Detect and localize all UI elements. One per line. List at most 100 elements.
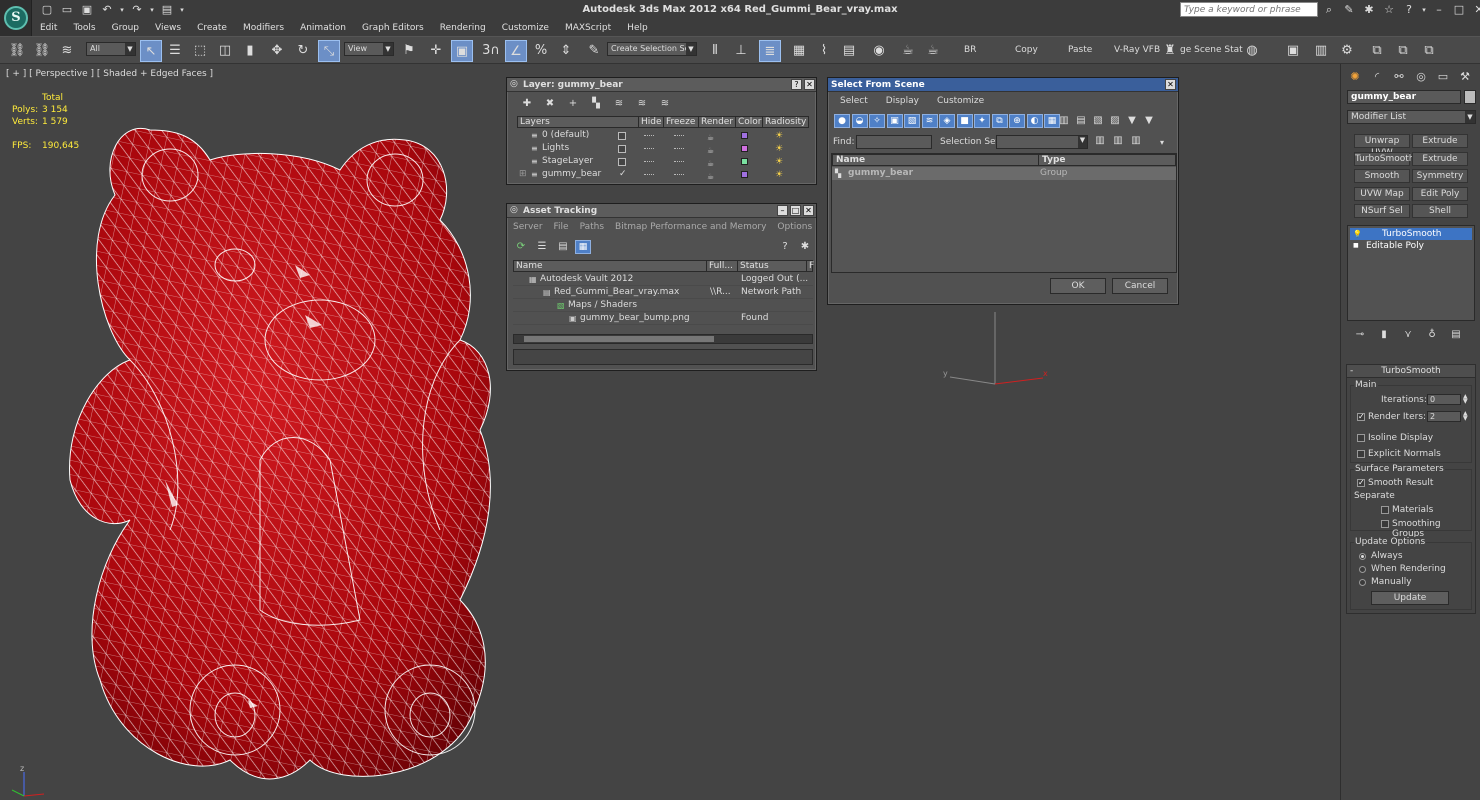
radiosity-column-header[interactable]: Radiosity [762,117,806,127]
current-layer-checkbox[interactable] [618,132,626,140]
modifier-button-smooth[interactable]: Smooth [1354,169,1410,183]
motion-tab-icon[interactable]: ◎ [1411,68,1431,86]
hide-toggle[interactable] [644,174,654,175]
paste-button[interactable]: Paste [1068,45,1092,55]
materials-checkbox[interactable] [1381,506,1389,514]
layer-row[interactable]: ≡ StageLayer ☕ ☀ [517,155,809,168]
layer-row[interactable]: ≡ Lights ☕ ☀ [517,142,809,155]
scene-object-row[interactable]: ▚ gummy_bear Group [832,167,1176,180]
layer-dialog-help-button[interactable]: ? [791,79,802,90]
layer-manager-icon[interactable]: ≣ [759,40,781,62]
highlight-selected-icon[interactable]: ≋ [611,97,627,111]
filter-sort-list-icon[interactable]: ▼ [1124,114,1140,128]
add-to-layer-icon[interactable]: + [565,97,581,111]
select-dialog-titlebar[interactable]: Select From Scene ✕ [828,78,1178,92]
asset-extra-column-header[interactable]: F [806,261,814,271]
asset-dialog-close-button[interactable]: ✕ [803,205,814,216]
modify-tab-icon[interactable]: ◜ [1367,68,1387,86]
expand-layer-icon[interactable]: ⊞ [519,168,527,181]
display-tab-icon[interactable]: ▭ [1433,68,1453,86]
extra-tool-4-icon[interactable]: ⧉ [1366,40,1388,62]
hide-column-header[interactable]: Hide [638,117,662,127]
menu-help[interactable]: Help [627,23,648,33]
asset-name-column-header[interactable]: Name [514,261,704,271]
select-dialog-close-button[interactable]: ✕ [1165,79,1176,90]
new-file-icon[interactable]: ▢ [38,2,56,18]
filter-options-icon[interactable]: ▼ [1141,114,1157,128]
hide-unhide-all-icon[interactable]: ≋ [634,97,650,111]
modifier-button-shell[interactable]: Shell [1412,204,1468,218]
open-file-icon[interactable]: ▭ [58,2,76,18]
curve-editor-icon[interactable]: ⌇ [813,40,835,62]
filter-geometry-icon[interactable]: ● [834,114,850,128]
filter-space-warps-icon[interactable]: ≋ [921,114,938,128]
filter-frozen-icon[interactable]: ⊕ [1009,114,1025,128]
menu-create[interactable]: Create [197,23,227,33]
extra-tool-2-icon[interactable]: ▥ [1310,40,1332,62]
cancel-button[interactable]: Cancel [1112,278,1168,294]
redo-icon[interactable]: ↷ [128,2,146,18]
layer-row[interactable]: ⊞ ≡ gummy_bear ✓ ☕ ☀ [517,168,809,181]
gummy-bear-mesh[interactable] [60,100,500,790]
angle-snap-icon[interactable]: ∠ [505,40,527,62]
iterations-spinner[interactable]: 0 [1427,394,1461,405]
table-view-icon[interactable]: ▦ [575,240,591,254]
filter-groups-icon[interactable]: ◈ [939,114,955,128]
selset-more-icon[interactable]: ▾ [1154,136,1170,150]
render-iters-spinner-arrows[interactable]: ▲ ▼ [1463,411,1469,422]
maximize-icon[interactable]: □ [1450,2,1468,18]
hide-toggle[interactable] [644,135,654,136]
modifier-button-symmetry[interactable]: Symmetry [1412,169,1468,183]
bind-space-warp-icon[interactable]: ≋ [56,40,78,62]
make-unique-icon[interactable]: ⋎ [1399,327,1417,343]
communication-icon[interactable]: ✱ [1360,2,1378,18]
layer-color-swatch[interactable] [741,158,748,165]
undo-icon[interactable]: ↶ [98,2,116,18]
asset-menu-paths[interactable]: Paths [580,222,604,234]
refresh-icon[interactable]: ⟳ [513,240,529,254]
filter-shapes-icon[interactable]: ◒ [851,114,868,128]
current-layer-checkbox[interactable] [618,158,626,166]
br-label[interactable]: BR [964,45,976,55]
modifier-button-nsurf-sel[interactable]: NSurf Sel [1354,204,1410,218]
reference-coordinate-dropdown[interactable]: View ▼ [344,42,394,56]
selset-add-icon[interactable]: ▥ [1110,134,1126,148]
schematic-view-icon[interactable]: ▤ [838,40,860,62]
asset-dialog-titlebar[interactable]: ◎ Asset Tracking – □ ✕ [507,204,816,218]
current-layer-checkmark[interactable]: ✓ [619,168,627,181]
base-object-icon[interactable]: ■ [1353,240,1359,252]
isoline-display-checkbox[interactable] [1357,434,1365,442]
explicit-normals-checkbox[interactable] [1357,450,1365,458]
iterations-spinner-arrows[interactable]: ▲ ▼ [1463,394,1469,405]
help-icon[interactable]: ? [1400,2,1418,18]
filter-display-none-icon[interactable]: ▧ [1090,114,1106,128]
layers-column-header[interactable]: Layers [518,117,618,127]
manually-radio[interactable] [1359,579,1366,586]
menu-group[interactable]: Group [112,23,139,33]
select-menu-customize[interactable]: Customize [937,96,984,108]
mirror-icon[interactable]: ⫴ [704,40,726,62]
align-icon[interactable]: ⊥ [730,40,752,62]
show-end-result-icon[interactable]: ▮ [1375,327,1393,343]
asset-menu-bitmap[interactable]: Bitmap Performance and Memory [615,222,766,234]
modifier-button-edit-poly[interactable]: Edit Poly [1412,186,1468,201]
menu-rendering[interactable]: Rendering [440,23,486,33]
pivot-center-icon[interactable]: ⚑ [398,40,420,62]
asset-menu-server[interactable]: Server [513,222,543,234]
asset-help-icon[interactable]: ? [777,240,793,254]
menu-maxscript[interactable]: MAXScript [565,23,611,33]
asset-scrollbar-thumb[interactable] [524,336,714,342]
filter-containers-icon[interactable]: ⧉ [991,114,1008,128]
vray-vfb-button[interactable]: V-Ray VFB [1114,45,1160,55]
close-icon[interactable]: ✕ [1470,2,1480,18]
graphite-tools-icon[interactable]: ▦ [788,40,810,62]
stack-item-turbosmooth[interactable]: 💡 TurboSmooth [1350,228,1472,240]
modifier-button-unwrap-uvw[interactable]: Unwrap UVW [1354,134,1410,158]
detail-view-icon[interactable]: ▤ [555,240,571,254]
render-column-header[interactable]: Render [698,117,733,127]
asset-dialog-minimize-button[interactable]: – [777,205,788,216]
modifier-on-bulb-icon[interactable]: 💡 [1353,228,1362,240]
smooth-result-checkbox[interactable]: ✓ [1357,479,1365,487]
select-and-move-icon[interactable]: ✥ [266,40,288,62]
hierarchy-tab-icon[interactable]: ⚯ [1389,68,1409,86]
